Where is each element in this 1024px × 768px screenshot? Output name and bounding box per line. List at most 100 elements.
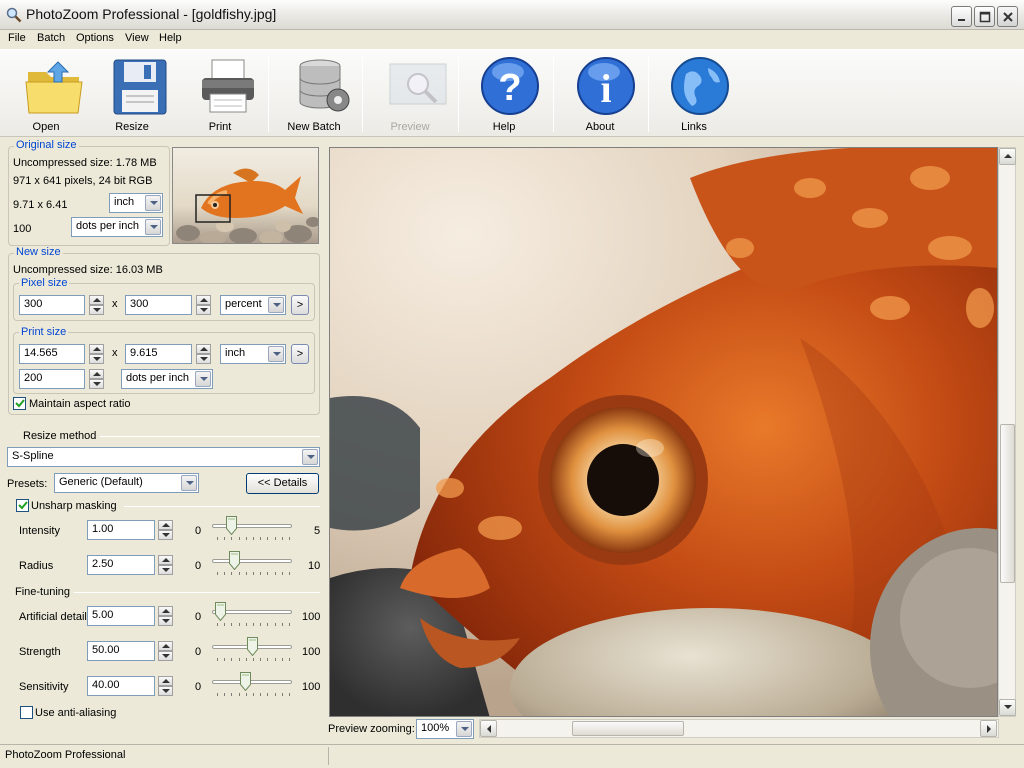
- preview-canvas[interactable]: [329, 147, 998, 717]
- spin-down-icon[interactable]: [158, 616, 173, 626]
- strength-input[interactable]: 50.00: [87, 641, 155, 661]
- unsharp-masking-label[interactable]: Unsharp masking: [31, 500, 117, 512]
- spin-up-icon[interactable]: [89, 344, 104, 354]
- spin-up-icon[interactable]: [158, 606, 173, 616]
- presets-select[interactable]: Generic (Default): [54, 473, 199, 493]
- thumbnail-navigator[interactable]: [172, 147, 319, 244]
- menu-batch[interactable]: Batch: [37, 32, 65, 44]
- sensitivity-input[interactable]: 40.00: [87, 676, 155, 696]
- scroll-left-button[interactable]: [480, 720, 497, 737]
- pixel-unit-select[interactable]: percent: [220, 295, 286, 315]
- maximize-button[interactable]: [974, 6, 995, 27]
- pixel-width-spinner[interactable]: [89, 295, 104, 315]
- preview-horizontal-scrollbar[interactable]: [479, 719, 999, 738]
- spin-down-icon[interactable]: [158, 686, 173, 696]
- strength-spinner[interactable]: [158, 641, 173, 661]
- pixel-width-input[interactable]: 300: [19, 295, 85, 315]
- scroll-thumb[interactable]: [1000, 424, 1015, 583]
- menu-help[interactable]: Help: [159, 32, 182, 44]
- preview-button[interactable]: Preview: [367, 50, 453, 136]
- resize-button[interactable]: Resize: [89, 50, 175, 136]
- spin-down-icon[interactable]: [158, 565, 173, 575]
- spin-up-icon[interactable]: [158, 676, 173, 686]
- original-unit-select[interactable]: inch: [109, 193, 163, 213]
- spin-down-icon[interactable]: [89, 354, 104, 364]
- links-button[interactable]: Links: [651, 50, 737, 136]
- print-resolution-unit-select[interactable]: dots per inch: [121, 369, 213, 389]
- details-button[interactable]: << Details: [246, 473, 319, 494]
- menu-view[interactable]: View: [125, 32, 149, 44]
- preview-vertical-scrollbar[interactable]: [998, 147, 1016, 717]
- spin-down-icon[interactable]: [196, 305, 211, 315]
- spin-up-icon[interactable]: [158, 520, 173, 530]
- slider-thumb[interactable]: [229, 551, 240, 571]
- print-width-input[interactable]: 14.565: [19, 344, 85, 364]
- h-scroll-thumb[interactable]: [572, 721, 684, 736]
- chevron-down-icon: [195, 371, 211, 387]
- artificial-detail-spinner[interactable]: [158, 606, 173, 626]
- intensity-spinner[interactable]: [158, 520, 173, 540]
- resize-method-select[interactable]: S-Spline: [7, 447, 320, 467]
- slider-thumb[interactable]: [215, 602, 226, 622]
- preview-magnifier-icon: [389, 63, 447, 105]
- about-button[interactable]: i About: [557, 50, 643, 136]
- intensity-slider[interactable]: [212, 515, 296, 541]
- spin-up-icon[interactable]: [89, 295, 104, 305]
- new-batch-button[interactable]: New Batch: [271, 50, 357, 136]
- close-button[interactable]: [997, 6, 1018, 27]
- scroll-down-button[interactable]: [999, 699, 1016, 716]
- menu-file[interactable]: File: [8, 32, 26, 44]
- radius-spinner[interactable]: [158, 555, 173, 575]
- pixel-height-spinner[interactable]: [196, 295, 211, 315]
- strength-slider[interactable]: [212, 636, 296, 662]
- radius-slider[interactable]: [212, 550, 296, 576]
- spin-up-icon[interactable]: [158, 555, 173, 565]
- anti-aliasing-label[interactable]: Use anti-aliasing: [35, 707, 116, 719]
- chevron-down-icon: [456, 721, 472, 737]
- spin-up-icon[interactable]: [196, 344, 211, 354]
- slider-thumb[interactable]: [240, 672, 251, 692]
- open-label: Open: [32, 121, 60, 133]
- scroll-right-button[interactable]: [980, 720, 997, 737]
- spin-up-icon[interactable]: [158, 641, 173, 651]
- spin-down-icon[interactable]: [196, 354, 211, 364]
- info-icon: i: [577, 57, 635, 115]
- print-apply-button[interactable]: >: [291, 344, 309, 364]
- print-height-spinner[interactable]: [196, 344, 211, 364]
- print-unit-select[interactable]: inch: [220, 344, 286, 364]
- spin-up-icon[interactable]: [89, 369, 104, 379]
- print-button[interactable]: Print: [177, 50, 263, 136]
- sensitivity-spinner[interactable]: [158, 676, 173, 696]
- spin-up-icon[interactable]: [196, 295, 211, 305]
- slider-thumb[interactable]: [247, 637, 258, 657]
- scroll-up-button[interactable]: [999, 148, 1016, 165]
- unsharp-masking-checkbox[interactable]: [16, 499, 29, 512]
- spin-down-icon[interactable]: [89, 305, 104, 315]
- print-height-input[interactable]: 9.615: [125, 344, 192, 364]
- toolbar-divider: [458, 56, 459, 132]
- radius-input[interactable]: 2.50: [87, 555, 155, 575]
- anti-aliasing-checkbox[interactable]: [20, 706, 33, 719]
- artificial-detail-slider[interactable]: [212, 601, 296, 627]
- spin-down-icon[interactable]: [89, 379, 104, 389]
- spin-down-icon[interactable]: [158, 530, 173, 540]
- spin-down-icon[interactable]: [158, 651, 173, 661]
- pixel-height-input[interactable]: 300: [125, 295, 192, 315]
- maintain-aspect-checkbox[interactable]: [13, 397, 26, 410]
- minimize-button[interactable]: [951, 6, 972, 27]
- original-resolution-unit-select[interactable]: dots per inch: [71, 217, 163, 237]
- open-button[interactable]: Open: [3, 50, 89, 136]
- pixel-apply-button[interactable]: >: [291, 295, 309, 315]
- print-resolution-input[interactable]: 200: [19, 369, 85, 389]
- strength-label: Strength: [19, 646, 61, 658]
- help-button[interactable]: ? Help: [461, 50, 547, 136]
- sensitivity-slider[interactable]: [212, 671, 296, 697]
- menu-options[interactable]: Options: [76, 32, 114, 44]
- print-resolution-spinner[interactable]: [89, 369, 104, 389]
- maintain-aspect-label[interactable]: Maintain aspect ratio: [29, 398, 131, 410]
- artificial-detail-input[interactable]: 5.00: [87, 606, 155, 626]
- intensity-input[interactable]: 1.00: [87, 520, 155, 540]
- print-width-spinner[interactable]: [89, 344, 104, 364]
- preview-zoom-select[interactable]: 100%: [416, 719, 474, 739]
- slider-thumb[interactable]: [226, 516, 237, 536]
